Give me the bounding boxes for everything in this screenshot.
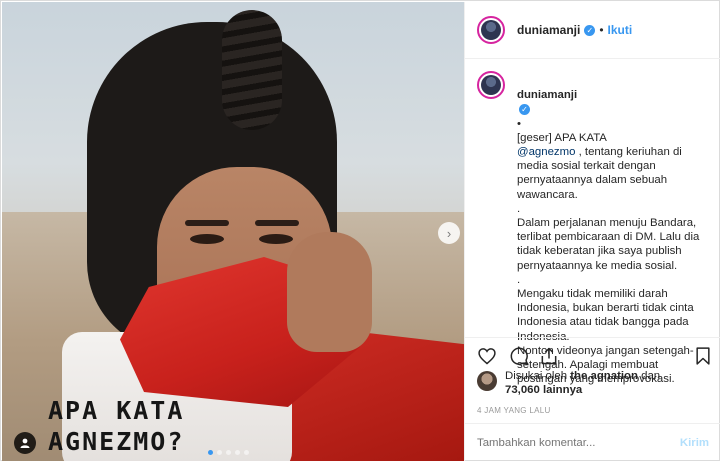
author-avatar[interactable] [477, 16, 505, 44]
carousel-next-button[interactable]: › [438, 222, 460, 244]
carousel-dot-active [208, 450, 213, 455]
right-brow [255, 220, 299, 226]
share-icon[interactable] [539, 346, 559, 366]
caption-intro: [geser] APA KATA [517, 131, 607, 144]
likes-count-link[interactable]: 73,060 lainnya [505, 384, 582, 396]
follow-button[interactable]: Ikuti [608, 23, 633, 37]
likes-prefix: Disukai oleh [505, 370, 568, 382]
tagged-users-button[interactable] [14, 432, 36, 454]
caption-paragraph-2: . Dalam perjalanan menuju Bandara, terli… [517, 202, 700, 272]
left-eye [190, 234, 224, 244]
image-caption-line-1: APA KATA [48, 396, 185, 425]
user-icon [20, 438, 30, 448]
caption-author-avatar[interactable] [477, 71, 505, 99]
caption-username[interactable]: duniamanji [517, 89, 577, 101]
bookmark-icon[interactable] [693, 346, 713, 366]
carousel-dot [244, 450, 249, 455]
post-sidebar: duniamanji ✓ • Ikuti duniamanji ✓ • [ges… [464, 2, 720, 461]
liker-avatar[interactable] [477, 371, 497, 391]
caption-verified-badge-icon: ✓ [519, 103, 530, 115]
braid-shape [222, 10, 282, 130]
author-username[interactable]: duniamanji [517, 23, 580, 37]
carousel-indicator [208, 450, 249, 455]
post-actions-bar [465, 337, 720, 371]
hand-shape [287, 232, 372, 352]
carousel-dot [217, 450, 222, 455]
post-timestamp[interactable]: 4 JAM YANG LALU [477, 406, 551, 415]
caption-separator-dot: • [517, 117, 521, 130]
left-brow [185, 220, 229, 226]
separator-dot: • [599, 23, 604, 37]
carousel-dot [226, 450, 231, 455]
chevron-right-icon: › [446, 225, 452, 241]
post-comment-button[interactable]: Kirim [680, 437, 709, 449]
heart-icon[interactable] [477, 346, 497, 366]
right-eye [259, 234, 293, 244]
liker-username[interactable]: the.agnation [570, 370, 638, 382]
carousel-dot [235, 450, 240, 455]
post-image[interactable]: APA KATA AGNEZMO? › [2, 2, 464, 461]
comment-icon[interactable] [509, 346, 529, 366]
comment-input[interactable] [477, 436, 680, 449]
caption-comment: duniamanji ✓ • [geser] APA KATA @agnezmo… [465, 59, 720, 385]
likes-conjunction: dan [641, 370, 661, 382]
caption-mention-link[interactable]: @agnezmo [517, 146, 575, 158]
verified-badge-icon: ✓ [584, 24, 596, 36]
post-header: duniamanji ✓ • Ikuti [465, 2, 720, 59]
image-caption-line-2: AGNEZMO? [48, 427, 185, 456]
likes-summary: Disukai oleh the.agnation dan 73,060 lai… [477, 369, 713, 397]
instagram-post-frame: APA KATA AGNEZMO? › duniamanji ✓ • Ikuti… [0, 0, 720, 461]
caption-text: duniamanji ✓ • [geser] APA KATA @agnezmo… [517, 71, 707, 385]
add-comment-bar: Kirim [465, 423, 720, 461]
image-caption-text: APA KATA AGNEZMO? [48, 395, 218, 457]
